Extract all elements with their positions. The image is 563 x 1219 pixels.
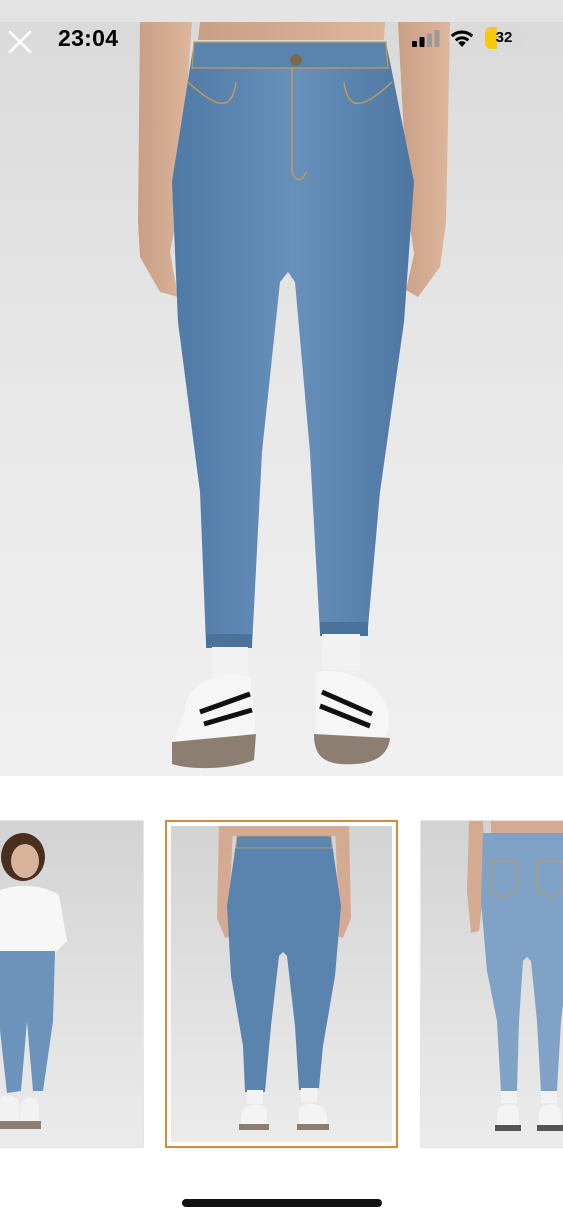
thumbnail-1-illustration (0, 833, 67, 1129)
thumbnail-2-illustration (217, 826, 351, 1130)
battery-cap (524, 34, 527, 42)
signal-icon (412, 30, 440, 47)
home-indicator[interactable] (182, 1199, 382, 1207)
thumbnail-2[interactable] (165, 820, 398, 1148)
thumbnail-3[interactable] (420, 820, 563, 1148)
thumbnail-3-image (421, 821, 563, 1147)
status-time: 23:04 (58, 25, 119, 51)
thumbnail-2-image (171, 826, 392, 1142)
thumbnail-3-illustration (467, 821, 563, 1131)
product-hero-image[interactable] (0, 22, 563, 776)
thumbnail-1[interactable] (0, 820, 144, 1148)
hero-illustration (138, 22, 450, 769)
close-icon[interactable] (0, 22, 40, 62)
battery-percentage: 32 (495, 29, 513, 46)
wifi-icon (450, 30, 474, 47)
battery-icon: 32 (485, 27, 529, 49)
battery-body: 32 (485, 27, 523, 49)
thumbnail-1-image (0, 821, 143, 1147)
status-bar (0, 0, 563, 22)
